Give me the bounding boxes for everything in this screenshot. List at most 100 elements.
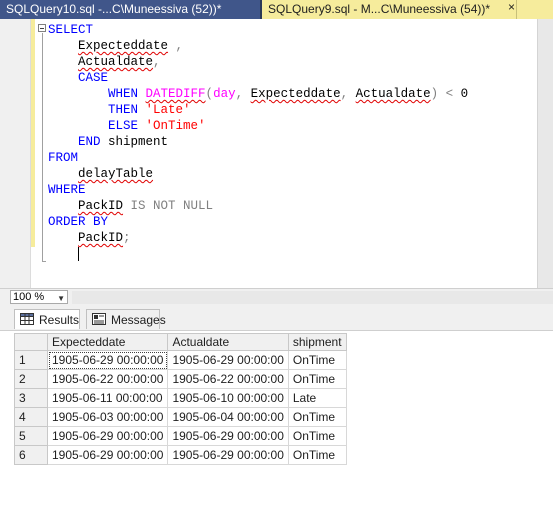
row-number[interactable]: 3 — [14, 388, 48, 408]
code-token: 'Late' — [145, 103, 191, 117]
tab-sqlquery10[interactable]: SQLQuery10.sql -...C\Muneessiva (52))* — [0, 0, 260, 19]
grid-cell[interactable]: 1905-06-29 00:00:00 — [46, 445, 169, 465]
code-token: THEN — [108, 103, 146, 117]
code-line[interactable]: FROM — [48, 150, 468, 166]
code-token: FROM — [48, 151, 79, 165]
chevron-down-icon: ▼ — [57, 294, 65, 303]
code-token: SELECT — [48, 23, 94, 37]
code-token: , — [153, 55, 161, 69]
grid-cell[interactable]: 1905-06-29 00:00:00 — [46, 350, 169, 370]
grid-corner[interactable] — [14, 333, 48, 351]
code-token: Actualdate — [78, 55, 154, 69]
column-header-actualdate[interactable]: Actualdate — [167, 333, 289, 351]
code-line[interactable]: delayTable — [48, 166, 468, 182]
results-grid-area: Expecteddate Actualdate shipment 1 1905-0… — [0, 331, 553, 510]
tab-results[interactable]: Results — [14, 309, 80, 329]
code-line[interactable]: WHERE — [48, 182, 468, 198]
messages-icon — [92, 313, 106, 325]
collapse-icon[interactable] — [38, 24, 46, 32]
table-row[interactable]: 4 1905-06-03 00:00:00 1905-06-04 00:00:00 O… — [14, 407, 347, 427]
grid-cell[interactable]: 1905-06-22 00:00:00 — [46, 369, 169, 389]
grid-cell[interactable]: 1905-06-29 00:00:00 — [167, 426, 289, 446]
row-number[interactable]: 2 — [14, 369, 48, 389]
grid-cell[interactable]: 1905-06-04 00:00:00 — [167, 407, 289, 427]
code-token: shipment — [108, 135, 169, 149]
row-number[interactable]: 5 — [14, 426, 48, 446]
code-token: 'OnTime' — [145, 119, 206, 133]
query-editor[interactable]: SELECT Expecteddate , Actualdate, CASE W… — [0, 19, 553, 288]
code-line[interactable]: THEN 'Late' — [48, 102, 468, 118]
table-row[interactable]: 6 1905-06-29 00:00:00 1905-06-29 00:00:00 O… — [14, 445, 347, 465]
text-caret — [78, 246, 80, 261]
fold-guide-end — [42, 261, 46, 262]
result-tab-bar: Results Messages — [0, 306, 553, 331]
grid-cell[interactable]: 1905-06-29 00:00:00 — [46, 426, 169, 446]
code-token: Expecteddate — [78, 39, 169, 53]
fold-guide — [42, 33, 43, 261]
code-line[interactable]: END shipment — [48, 134, 468, 150]
row-number[interactable]: 6 — [14, 445, 48, 465]
grid-cell[interactable]: 1905-06-11 00:00:00 — [46, 388, 169, 408]
change-tracking-bar — [31, 19, 35, 247]
code-line[interactable]: PackID; — [48, 230, 468, 246]
code-line[interactable]: WHEN DATEDIFF(day, Expecteddate, Actuald… — [48, 86, 468, 102]
close-tab-icon[interactable]: × — [508, 0, 515, 14]
grid-cell[interactable]: 1905-06-10 00:00:00 — [167, 388, 289, 408]
code-token: ELSE — [108, 119, 146, 133]
code-token: , — [340, 87, 356, 101]
grid-cell[interactable]: 1905-06-29 00:00:00 — [167, 350, 289, 370]
grid-cell[interactable]: OnTime — [287, 445, 347, 465]
code-line[interactable]: ELSE 'OnTime' — [48, 118, 468, 134]
grid-cell[interactable]: OnTime — [287, 426, 347, 446]
code-token: < — [438, 87, 461, 101]
grid-cell[interactable]: 1905-06-22 00:00:00 — [167, 369, 289, 389]
row-number[interactable]: 4 — [14, 407, 48, 427]
grid-cell[interactable]: Late — [287, 388, 347, 408]
grid-cell[interactable]: 1905-06-29 00:00:00 — [167, 445, 289, 465]
results-grid[interactable]: Expecteddate Actualdate shipment 1 1905-0… — [14, 333, 347, 465]
code-token: , — [168, 39, 184, 53]
grid-cell[interactable]: OnTime — [287, 350, 347, 370]
sql-code[interactable]: SELECT Expecteddate , Actualdate, CASE W… — [48, 22, 468, 262]
tab-scroll-area — [516, 0, 537, 19]
code-line[interactable] — [48, 246, 468, 262]
table-row[interactable]: 3 1905-06-11 00:00:00 1905-06-10 00:00:00 L… — [14, 388, 347, 408]
code-line[interactable]: ORDER BY — [48, 214, 468, 230]
code-token: delayTable — [78, 167, 154, 181]
grid-icon — [20, 313, 34, 325]
code-token: IS NOT NULL — [123, 199, 214, 213]
column-header-expecteddate[interactable]: Expecteddate — [46, 333, 169, 351]
grid-cell[interactable]: OnTime — [287, 369, 347, 389]
table-row[interactable]: 5 1905-06-29 00:00:00 1905-06-29 00:00:00 O… — [14, 426, 347, 446]
code-token: WHEN — [108, 87, 146, 101]
editor-horizontal-scrollbar[interactable] — [72, 291, 553, 304]
code-line[interactable]: CASE — [48, 70, 468, 86]
grid-cell[interactable]: 1905-06-03 00:00:00 — [46, 407, 169, 427]
tab-sqlquery9-label: SQLQuery9.sql - M...C\Muneessiva (54))* — [268, 2, 491, 16]
row-number[interactable]: 1 — [14, 350, 48, 370]
table-row[interactable]: 2 1905-06-22 00:00:00 1905-06-22 00:00:00 O… — [14, 369, 347, 389]
code-line[interactable]: SELECT — [48, 22, 468, 38]
code-line[interactable]: PackID IS NOT NULL — [48, 198, 468, 214]
code-line[interactable]: Actualdate, — [48, 54, 468, 70]
zoom-dropdown[interactable]: 100 % ▼ — [10, 290, 68, 304]
tab-messages[interactable]: Messages — [86, 309, 166, 329]
column-header-shipment[interactable]: shipment — [287, 333, 347, 351]
grid-cell[interactable]: OnTime — [287, 407, 347, 427]
code-token: 0 — [460, 87, 469, 101]
code-token: , — [235, 87, 251, 101]
editor-vertical-scrollbar[interactable] — [537, 19, 553, 288]
code-line[interactable]: Expecteddate , — [48, 38, 468, 54]
table-row[interactable]: 1 1905-06-29 00:00:00 1905-06-29 00:00:00 O… — [14, 350, 347, 370]
grid-header-row: Expecteddate Actualdate shipment — [14, 333, 347, 351]
code-token: ; — [123, 231, 131, 245]
code-token: PackID — [78, 231, 124, 245]
code-token: Actualdate — [355, 87, 431, 101]
